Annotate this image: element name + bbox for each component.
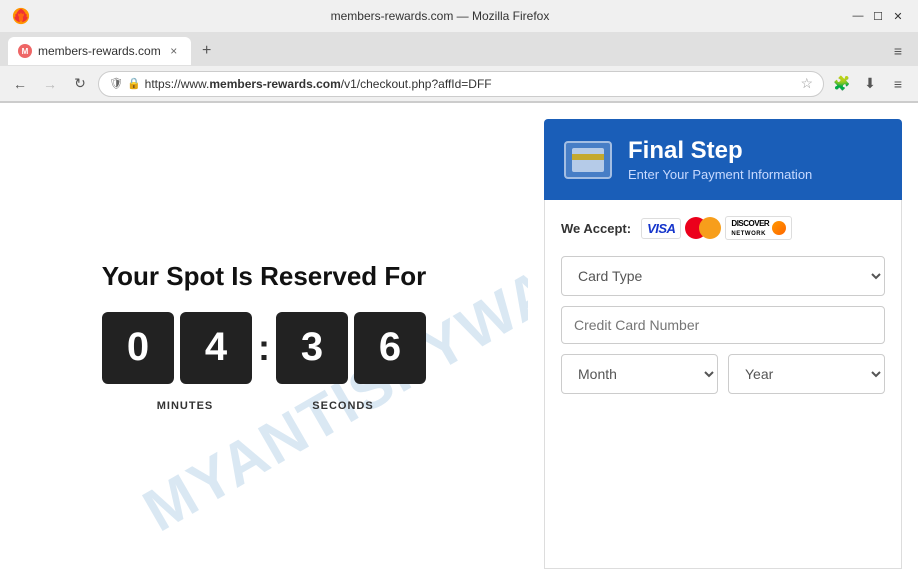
- minutes-ones-digit: 4: [180, 312, 252, 384]
- discover-text: DISCOVERNETWORK: [731, 219, 769, 237]
- new-tab-button[interactable]: +: [195, 39, 219, 63]
- refresh-button[interactable]: ↻: [68, 72, 92, 96]
- card-type-select[interactable]: Card Type Visa MasterCard Discover: [561, 256, 885, 296]
- minimize-button[interactable]: —: [850, 8, 866, 24]
- countdown-timer: 0 4 : 3 6: [102, 312, 426, 384]
- downloads-button[interactable]: ⬇: [858, 72, 882, 96]
- close-button[interactable]: ✕: [890, 8, 906, 24]
- payment-title-group: Final Step Enter Your Payment Informatio…: [628, 137, 882, 182]
- card-logos: VISA DISCOVERNETWORK: [641, 216, 792, 240]
- minutes-tens-digit: 0: [102, 312, 174, 384]
- tab-close-button[interactable]: ×: [167, 44, 181, 58]
- title-bar: members-rewards.com — Mozilla Firefox — …: [0, 0, 918, 32]
- mc-orange-circle: [699, 217, 721, 239]
- month-select[interactable]: Month 01 02 03 04 05 06 07 08 09 10 11 1…: [561, 354, 718, 394]
- url-text: https://www.members-rewards.com/v1/check…: [145, 77, 797, 91]
- discover-dot: [772, 221, 786, 235]
- minutes-label: MINUTES: [109, 400, 261, 412]
- mastercard-logo: [685, 217, 721, 239]
- expiry-row: Month 01 02 03 04 05 06 07 08 09 10 11 1…: [561, 354, 885, 404]
- active-tab[interactable]: M members-rewards.com ×: [8, 37, 191, 65]
- maximize-button[interactable]: ☐: [870, 8, 886, 24]
- credit-card-number-input[interactable]: [561, 306, 885, 344]
- seconds-ones-digit: 6: [354, 312, 426, 384]
- toolbar-icons: 🧩 ⬇ ≡: [830, 72, 910, 96]
- accept-label: We Accept:: [561, 221, 631, 236]
- back-button[interactable]: ←: [8, 72, 32, 96]
- tab-bar: M members-rewards.com × + ≡: [0, 32, 918, 66]
- left-section: Your Spot Is Reserved For 0 4 : 3 6 MINU…: [0, 103, 528, 569]
- year-select[interactable]: Year 2024 2025 2026 2027 2028 2029 2030: [728, 354, 885, 394]
- credit-card-icon: [564, 141, 612, 179]
- credit-card-graphic: [572, 148, 604, 172]
- forward-button[interactable]: →: [38, 72, 62, 96]
- payment-body: We Accept: VISA DISCOVERNETWORK: [544, 200, 902, 569]
- visa-logo: VISA: [641, 218, 681, 239]
- discover-logo: DISCOVERNETWORK: [725, 216, 792, 240]
- reserved-heading: Your Spot Is Reserved For: [102, 261, 427, 292]
- countdown-colon: :: [258, 327, 270, 369]
- payment-panel: Final Step Enter Your Payment Informatio…: [528, 103, 918, 569]
- seconds-label: SECONDS: [267, 400, 419, 412]
- payment-header: Final Step Enter Your Payment Informatio…: [544, 119, 902, 200]
- bookmark-star-icon[interactable]: ☆: [800, 75, 813, 92]
- browser-chrome: members-rewards.com — Mozilla Firefox — …: [0, 0, 918, 103]
- firefox-icon: [12, 7, 30, 25]
- url-bar[interactable]: 🛡 🔒 https://www.members-rewards.com/v1/c…: [98, 71, 824, 97]
- payment-subtitle: Enter Your Payment Information: [628, 167, 882, 182]
- shield-icon: 🛡: [109, 77, 123, 90]
- address-bar: ← → ↻ 🛡 🔒 https://www.members-rewards.co…: [0, 66, 918, 102]
- menu-button[interactable]: ≡: [886, 72, 910, 96]
- seconds-tens-digit: 3: [276, 312, 348, 384]
- countdown-labels: MINUTES SECONDS: [109, 400, 419, 412]
- lock-icon: 🔒: [127, 77, 141, 90]
- page-content: MYANTISPYWARE.COM Your Spot Is Reserved …: [0, 103, 918, 569]
- tab-favicon: M: [18, 44, 32, 58]
- tab-label: members-rewards.com: [38, 44, 161, 58]
- payment-title: Final Step: [628, 137, 882, 165]
- browser-title: members-rewards.com — Mozilla Firefox: [30, 9, 850, 23]
- tab-menu-button[interactable]: ≡: [886, 39, 910, 63]
- accept-row: We Accept: VISA DISCOVERNETWORK: [561, 216, 885, 240]
- window-controls: — ☐ ✕: [850, 8, 906, 24]
- card-stripe: [572, 154, 604, 160]
- extensions-button[interactable]: 🧩: [830, 72, 854, 96]
